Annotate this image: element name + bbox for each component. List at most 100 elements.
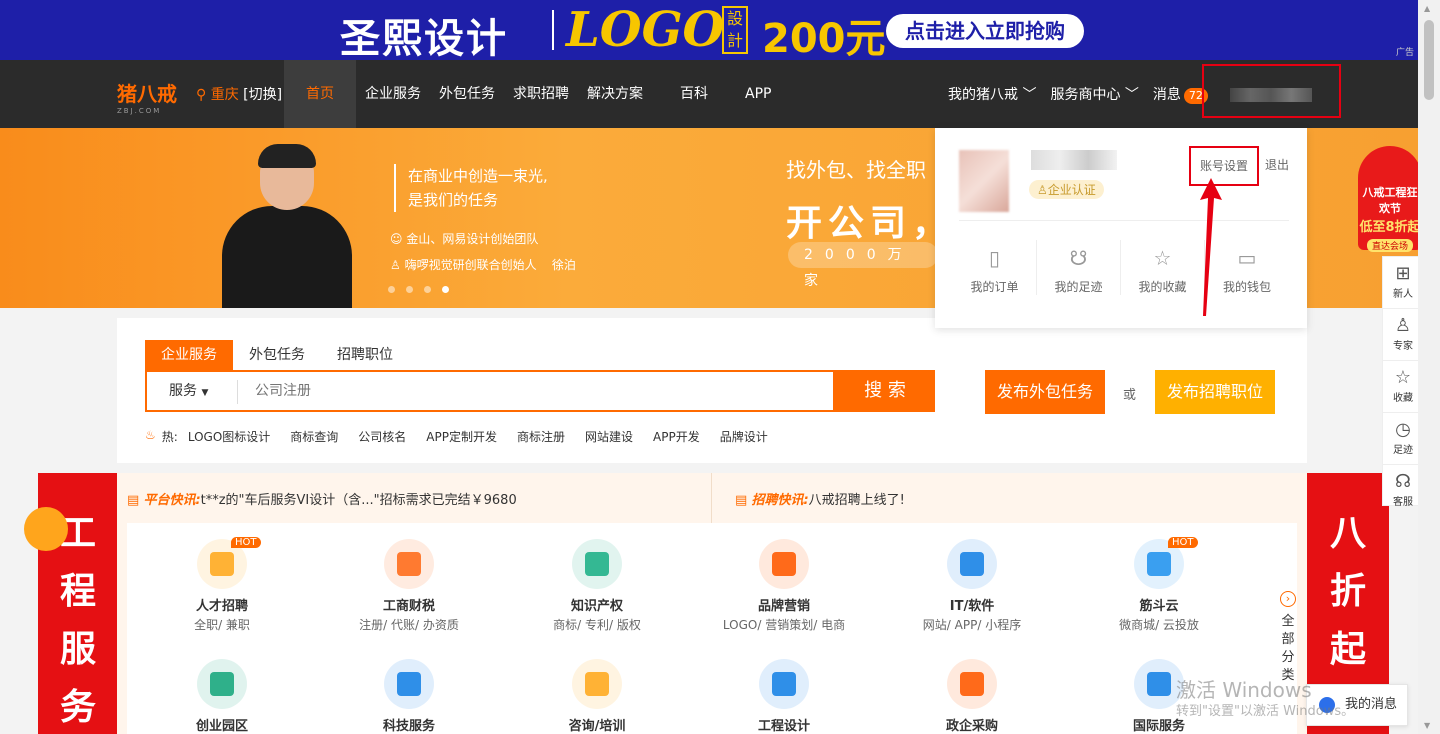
scroll-thumb[interactable] (1424, 20, 1434, 100)
hot-link[interactable]: 公司核名 (358, 428, 406, 445)
my-favorites-link[interactable]: ☆ 我的收藏 (1121, 240, 1205, 295)
windows-watermark-hint: 转到"设置"以激活 Windows。 (1176, 704, 1355, 719)
category-item[interactable]: 品牌营销 LOGO/ 营销策划/ 电商 (709, 539, 859, 633)
avatar[interactable] (959, 150, 1009, 212)
footprint-icon: ☋ (1069, 246, 1088, 270)
credit-2-role: 嗨啰视觉研创联合创始人 (404, 258, 537, 272)
category-panel: ▤ 平台快讯:t**z的"车后服务VI设计（含..."招标需求已完结￥9680 … (117, 473, 1307, 734)
left-promo-banner[interactable]: 工程服务 (24, 473, 118, 734)
city-switcher[interactable]: ⚲ 重庆 [切换] (196, 84, 282, 104)
festival-promo-badge[interactable]: 八戒工程狂欢节 低至8折起 直达会场 (1358, 146, 1422, 252)
platform-news-text: t**z的"车后服务VI设计（含..."招标需求已完结￥9680 (200, 493, 517, 508)
promo-line-1: 八戒工程狂欢节 (1362, 186, 1418, 215)
category-glyph (210, 672, 234, 696)
publish-job-button[interactable]: 发布招聘职位 (1155, 370, 1275, 414)
category-item[interactable]: 工商财税 注册/ 代账/ 办资质 (334, 539, 484, 633)
scroll-down-arrow[interactable]: ▼ (1424, 721, 1430, 730)
search-divider (237, 380, 238, 404)
scroll-up-arrow[interactable]: ▲ (1424, 4, 1430, 13)
my-zbj-menu[interactable]: 我的猪八戒 ﹀ (948, 84, 1036, 104)
ad-cta-button[interactable]: 点击进入立即抢购 (886, 14, 1084, 48)
publish-task-button[interactable]: 发布外包任务 (985, 370, 1105, 414)
my-orders-link[interactable]: ▯ 我的订单 (953, 240, 1037, 295)
banner-slogan-main: 开公司， (786, 203, 955, 244)
top-ad-banner[interactable]: 圣熙设计 LOGO 設計 200元 点击进入立即抢购 广告 (0, 0, 1418, 60)
category-item[interactable]: HOT 人才招聘 全职/ 兼职 (147, 537, 297, 633)
tab-jobs[interactable]: 招聘职位 (321, 340, 409, 370)
platform-news[interactable]: ▤ 平台快讯:t**z的"车后服务VI设计（含..."招标需求已完结￥9680 (127, 489, 517, 508)
category-glyph (960, 672, 984, 696)
recruit-news[interactable]: ▤ 招聘快讯:八戒招聘上线了! (735, 489, 905, 508)
category-glyph (772, 552, 796, 576)
logout-link[interactable]: 退出 (1265, 156, 1289, 173)
nav-item-home[interactable]: 首页 (284, 60, 356, 128)
my-wallet-label: 我的钱包 (1222, 280, 1271, 294)
hot-badge: HOT (1168, 537, 1198, 548)
hot-link[interactable]: 品牌设计 (720, 428, 768, 445)
hot-link[interactable]: 网站建设 (585, 428, 633, 445)
category-item[interactable]: IT/软件 网站/ APP/ 小程序 (897, 539, 1047, 633)
hot-link[interactable]: 商标查询 (290, 428, 338, 445)
search-input[interactable] (255, 378, 815, 404)
category-item[interactable]: 科技服务 (334, 659, 484, 734)
nav-item-outsourcing[interactable]: 外包任务 (430, 60, 504, 128)
headset-icon: ☊ (1395, 471, 1411, 492)
tab-enterprise[interactable]: 企业服务 (145, 340, 233, 370)
nav-item-jobs[interactable]: 求职招聘 (504, 60, 578, 128)
sidebar-item-favorites[interactable]: ☆ 收藏 (1383, 361, 1423, 413)
caret-down-icon: ▼ (201, 388, 209, 398)
category-item[interactable]: HOT 筋斗云 微商城/ 云投放 (1084, 537, 1234, 633)
tab-outsourcing[interactable]: 外包任务 (233, 340, 321, 370)
city-name: 重庆 (210, 87, 239, 103)
location-icon: ⚲ (196, 87, 207, 103)
category-sub: LOGO/ 营销策划/ 电商 (722, 618, 846, 632)
category-icon (197, 659, 247, 709)
banner-slogan-sub: 2000万家 (788, 242, 938, 289)
sidebar-item-newcomer[interactable]: ⊞ 新人 (1383, 257, 1423, 309)
category-item[interactable]: 咨询/培训 (522, 659, 672, 734)
category-sub: 网站/ APP/ 小程序 (922, 618, 1022, 632)
order-icon: ▯ (988, 246, 1000, 270)
ad-price: 200元 (762, 16, 886, 60)
category-item[interactable]: 知识产权 商标/ 专利/ 版权 (522, 539, 672, 633)
page-scrollbar[interactable]: ▲ ▼ (1418, 0, 1440, 734)
banner-slogan-top: 找外包、找全职 (786, 158, 926, 182)
messages-link[interactable]: 消息 72 (1153, 84, 1208, 104)
category-glyph (1147, 672, 1171, 696)
nav-item-solutions[interactable]: 解决方案 (578, 60, 671, 128)
category-item[interactable]: 工程设计 (709, 659, 859, 734)
my-orders-label: 我的订单 (970, 280, 1019, 294)
site-logo[interactable]: 猪八戒 ZBJ.COM (117, 78, 177, 115)
category-glyph (210, 552, 234, 576)
category-item[interactable]: 政企采购 (897, 659, 1047, 734)
hot-link[interactable]: LOGO图标设计 (188, 428, 270, 445)
user-account-menu[interactable] (1202, 64, 1341, 118)
carousel-dot-active[interactable] (442, 286, 449, 293)
nav-item-enterprise[interactable]: 企业服务 (356, 60, 430, 128)
category-icon (384, 539, 434, 589)
my-footprint-link[interactable]: ☋ 我的足迹 (1037, 240, 1121, 295)
carousel-dot[interactable] (406, 286, 413, 293)
hot-link[interactable]: APP定制开发 (426, 428, 497, 445)
search-button[interactable]: 搜 索 (835, 370, 935, 412)
all-categories-link[interactable]: › 全部分类 (1277, 591, 1299, 685)
ad-logo-text: LOGO (566, 2, 725, 58)
hot-link[interactable]: APP开发 (653, 428, 700, 445)
enterprise-cert-badge[interactable]: ♙企业认证 (1029, 180, 1104, 199)
carousel-dot[interactable] (424, 286, 431, 293)
service-center-menu[interactable]: 服务商中心 ﹀ (1050, 84, 1138, 104)
username-blurred (1230, 88, 1312, 102)
account-dropdown: ♙企业认证 账号设置 退出 ▯ 我的订单 ☋ 我的足迹 ☆ 我的收藏 ▭ 我的钱包 (935, 128, 1307, 328)
annotation-arrow (1200, 178, 1222, 316)
nav-item-wiki[interactable]: 百科 (671, 60, 736, 128)
sidebar-item-footprint[interactable]: ◷ 足迹 (1383, 413, 1423, 465)
search-type-select[interactable]: 服务 ▼ (169, 372, 208, 412)
nav-item-app[interactable]: APP (736, 60, 780, 128)
sidebar-item-expert[interactable]: ♙ 专家 (1383, 309, 1423, 361)
messages-label: 消息 (1152, 87, 1181, 103)
ad-brand: 圣熙设计 (340, 16, 508, 60)
hot-link[interactable]: 商标注册 (517, 428, 565, 445)
category-item[interactable]: 创业园区 (147, 659, 297, 734)
carousel-dot[interactable] (388, 286, 395, 293)
sidebar-item-support[interactable]: ☊ 客服 (1383, 465, 1423, 517)
